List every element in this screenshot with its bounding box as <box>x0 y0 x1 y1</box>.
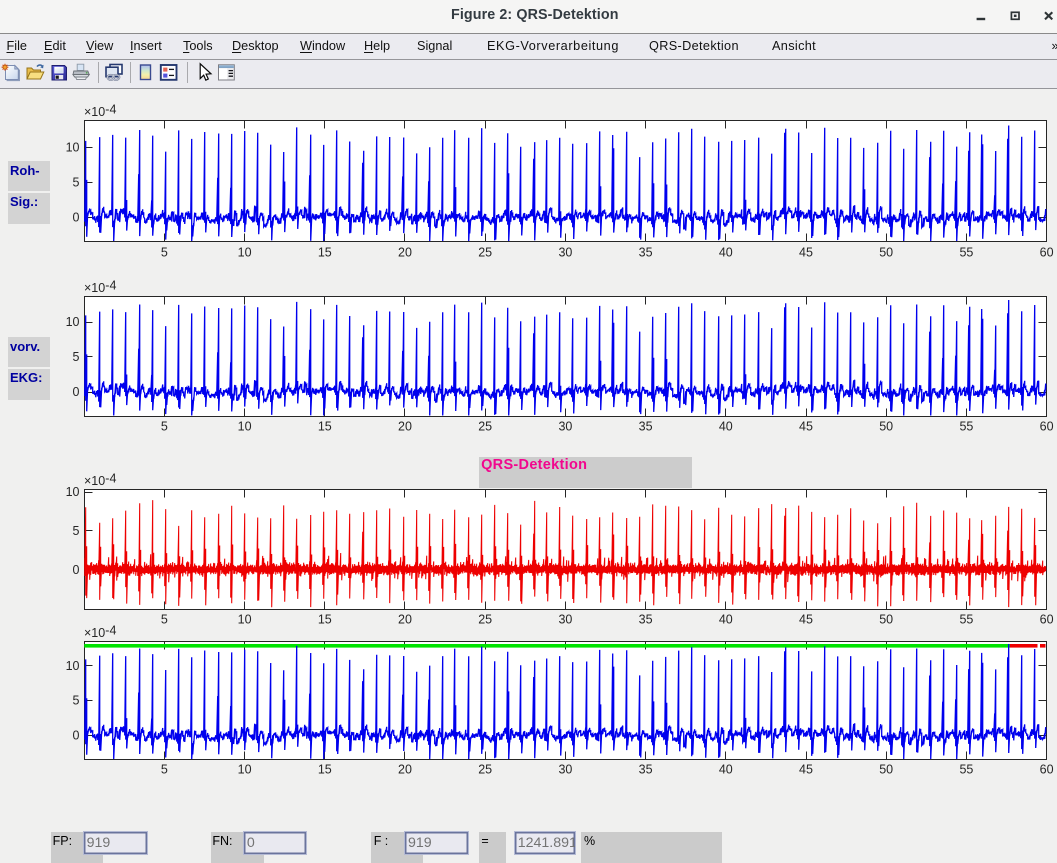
svg-text:15: 15 <box>318 763 332 777</box>
svg-text:45: 45 <box>799 763 813 777</box>
svg-text:40: 40 <box>719 612 733 626</box>
svg-text:10: 10 <box>238 763 252 777</box>
svg-text:30: 30 <box>558 246 572 260</box>
svg-text:30: 30 <box>558 763 572 777</box>
svg-text:5: 5 <box>161 763 168 777</box>
svg-text:×10: ×10 <box>84 474 105 488</box>
svg-text:35: 35 <box>639 420 653 434</box>
svg-text:45: 45 <box>799 246 813 260</box>
svg-text:60: 60 <box>1040 763 1054 777</box>
svg-text:20: 20 <box>398 763 412 777</box>
svg-text:60: 60 <box>1040 246 1054 260</box>
svg-text:45: 45 <box>799 612 813 626</box>
svg-text:5: 5 <box>161 612 168 626</box>
svg-text:0: 0 <box>73 211 80 225</box>
svg-text:50: 50 <box>879 246 893 260</box>
svg-text:30: 30 <box>558 420 572 434</box>
svg-text:35: 35 <box>639 612 653 626</box>
svg-text:-4: -4 <box>105 102 116 116</box>
svg-text:40: 40 <box>719 420 733 434</box>
svg-text:-4: -4 <box>105 471 116 485</box>
svg-text:5: 5 <box>73 524 80 538</box>
svg-text:0: 0 <box>73 563 80 577</box>
svg-text:30: 30 <box>558 612 572 626</box>
svg-text:25: 25 <box>478 246 492 260</box>
svg-text:35: 35 <box>639 763 653 777</box>
svg-text:×10: ×10 <box>84 281 105 295</box>
svg-text:-4: -4 <box>105 278 116 292</box>
svg-text:50: 50 <box>879 763 893 777</box>
svg-text:55: 55 <box>959 763 973 777</box>
svg-text:-4: -4 <box>105 623 116 637</box>
svg-text:10: 10 <box>238 612 252 626</box>
svg-text:45: 45 <box>799 420 813 434</box>
svg-text:50: 50 <box>879 612 893 626</box>
svg-text:15: 15 <box>318 420 332 434</box>
svg-text:15: 15 <box>318 246 332 260</box>
svg-text:40: 40 <box>719 246 733 260</box>
svg-text:×10: ×10 <box>84 626 105 640</box>
svg-text:10: 10 <box>66 141 80 155</box>
svg-text:25: 25 <box>478 763 492 777</box>
svg-text:5: 5 <box>73 694 80 708</box>
svg-text:5: 5 <box>73 176 80 190</box>
svg-text:5: 5 <box>73 350 80 364</box>
svg-text:20: 20 <box>398 246 412 260</box>
svg-text:20: 20 <box>398 612 412 626</box>
svg-text:10: 10 <box>66 485 80 499</box>
svg-text:10: 10 <box>66 659 80 673</box>
svg-text:10: 10 <box>66 315 80 329</box>
svg-text:10: 10 <box>238 420 252 434</box>
svg-text:20: 20 <box>398 420 412 434</box>
svg-text:25: 25 <box>478 612 492 626</box>
svg-text:60: 60 <box>1040 612 1054 626</box>
svg-text:25: 25 <box>478 420 492 434</box>
svg-text:40: 40 <box>719 763 733 777</box>
svg-text:55: 55 <box>959 246 973 260</box>
svg-text:15: 15 <box>318 612 332 626</box>
svg-text:35: 35 <box>639 246 653 260</box>
svg-text:5: 5 <box>161 246 168 260</box>
svg-text:50: 50 <box>879 420 893 434</box>
svg-text:5: 5 <box>161 420 168 434</box>
svg-text:55: 55 <box>959 612 973 626</box>
svg-text:×10: ×10 <box>84 105 105 119</box>
svg-text:0: 0 <box>73 385 80 399</box>
svg-text:60: 60 <box>1040 420 1054 434</box>
svg-text:55: 55 <box>959 420 973 434</box>
svg-text:0: 0 <box>73 729 80 743</box>
svg-text:10: 10 <box>238 246 252 260</box>
